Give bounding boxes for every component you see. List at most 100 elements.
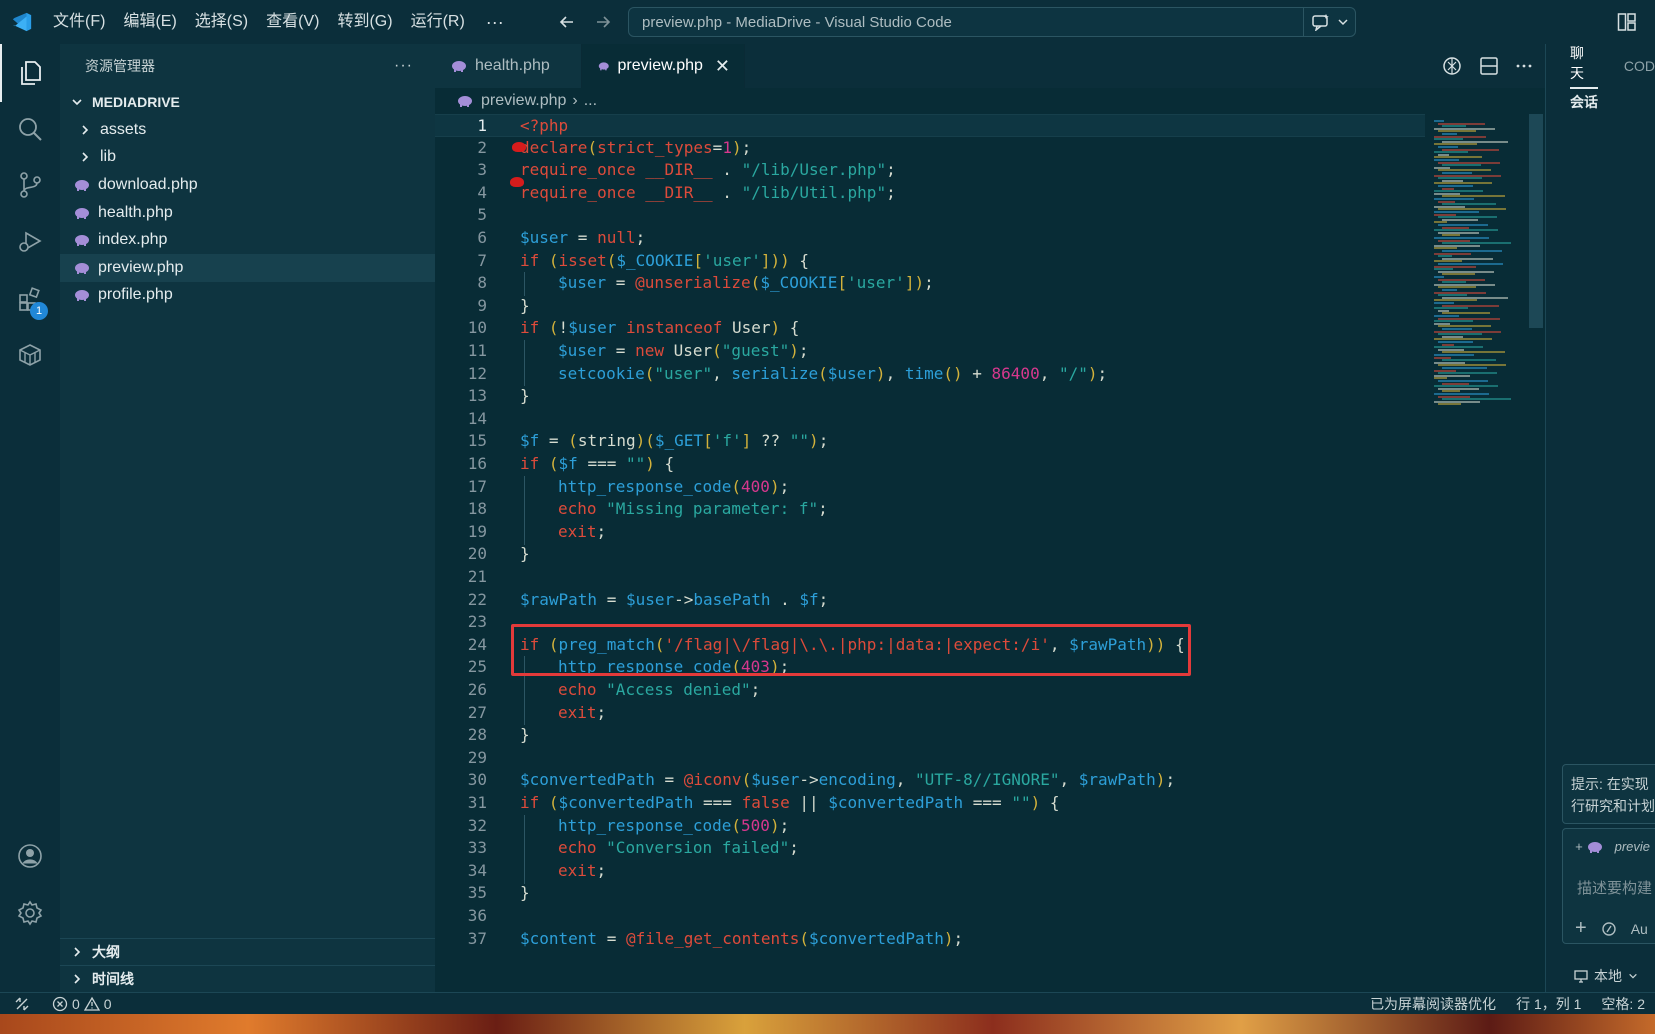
breadcrumb-file[interactable]: preview.php <box>481 92 566 110</box>
remote-explorer-icon[interactable] <box>0 326 60 384</box>
code-line[interactable]: 13} <box>435 385 1425 408</box>
code-line[interactable]: 30 $convertedPath = @iconv($user->encodin… <box>435 769 1425 792</box>
code-line[interactable]: 32 http_response_code(500); <box>435 814 1425 839</box>
more-actions-icon[interactable] <box>1515 57 1533 75</box>
tree-file-index[interactable]: index.php <box>60 226 435 254</box>
code-line[interactable]: 18 echo "Missing parameter: f"; <box>435 498 1425 523</box>
code-line[interactable]: 36 <box>435 905 1425 928</box>
code-line[interactable]: 9} <box>435 295 1425 318</box>
tools-icon[interactable] <box>1601 921 1617 937</box>
forward-arrow-icon[interactable] <box>592 11 614 33</box>
split-editor-icon[interactable] <box>1479 56 1499 76</box>
menu-edit[interactable]: 编辑(E) <box>114 0 185 44</box>
code-token: ] <box>741 431 752 451</box>
copilot-menu-button[interactable] <box>1303 8 1355 36</box>
code-line[interactable]: 22 $rawPath = $user->basePath . $f; <box>435 589 1425 612</box>
back-arrow-icon[interactable] <box>556 11 578 33</box>
scrollbar-thumb[interactable] <box>1529 114 1543 328</box>
add-icon[interactable]: + <box>1575 917 1587 940</box>
code-line[interactable]: 10 if (!$user instanceof User) { <box>435 317 1425 340</box>
code-line[interactable]: 15 $f = (string)($_GET['f'] ?? ""); <box>435 430 1425 453</box>
tab-health[interactable]: health.php <box>435 44 582 88</box>
menu-run[interactable]: 运行(R) <box>402 0 474 44</box>
add-context-icon[interactable]: + <box>1575 839 1583 854</box>
problems-indicator[interactable]: 0 0 <box>52 996 112 1012</box>
code-view[interactable]: 1 <?php 2 declare(strict_types=1); 3 require_… <box>435 114 1425 992</box>
settings-gear-icon[interactable] <box>0 884 60 942</box>
code-line[interactable]: 16 if ($f === "") { <box>435 453 1425 476</box>
explorer-more-button[interactable]: ··· <box>394 57 413 75</box>
tree-file-preview[interactable]: preview.php <box>60 253 435 282</box>
code-line[interactable]: 6 $user = null; <box>435 227 1425 250</box>
remote-icon <box>15 997 29 1010</box>
chat-attachment-chip[interactable]: + previe <box>1575 839 1650 854</box>
tree-file-health[interactable]: health.php <box>60 199 435 227</box>
agent-mode-selector[interactable]: Au <box>1631 921 1648 937</box>
tab-preview[interactable]: preview.php ✕ <box>582 44 745 88</box>
code-line[interactable]: 34 exit; <box>435 859 1425 884</box>
source-control-icon[interactable] <box>0 156 60 214</box>
code-line[interactable]: 7 if (isset($_COOKIE['user'])) { <box>435 250 1425 273</box>
minimap[interactable] <box>1430 114 1545 992</box>
extensions-icon[interactable]: 1 <box>0 270 60 328</box>
code-line[interactable]: 14 <box>435 408 1425 431</box>
code-line[interactable]: 3 require_once __DIR__ . "/lib/User.php"; <box>435 159 1425 182</box>
code-line[interactable]: 20} <box>435 543 1425 566</box>
account-icon[interactable] <box>0 827 60 885</box>
cursor-position[interactable]: 行 1，列 1 <box>1506 994 1591 1014</box>
code-line[interactable]: 12 setcookie("user", serialize($user), ti… <box>435 362 1425 387</box>
workspace-root[interactable]: MEDIADRIVE <box>60 88 435 116</box>
timeline-section[interactable]: 时间线 <box>60 965 435 992</box>
close-icon[interactable]: ✕ <box>715 56 730 77</box>
tree-file-download[interactable]: download.php <box>60 171 435 199</box>
code-line[interactable]: 8 $user = @unserialize($_COOKIE['user']); <box>435 272 1425 297</box>
code-line[interactable]: 5 <box>435 204 1425 227</box>
tab-code[interactable]: COD <box>1624 58 1655 74</box>
chat-location-selector[interactable]: 本地 <box>1574 966 1638 986</box>
tree-file-profile[interactable]: profile.php <box>60 282 435 310</box>
code-line[interactable]: 33 echo "Conversion failed"; <box>435 837 1425 862</box>
indentation-status[interactable]: 空格: 2 <box>1591 994 1655 1014</box>
code-line[interactable]: 26 echo "Access denied"; <box>435 679 1425 703</box>
code-line[interactable]: 1 <?php <box>435 114 1425 137</box>
menu-file[interactable]: 文件(F) <box>44 0 114 44</box>
search-icon[interactable] <box>0 100 60 158</box>
chat-tabs: 聊天 COD <box>1546 44 1655 89</box>
code-line[interactable]: 21 <box>435 566 1425 589</box>
tab-chat[interactable]: 聊天 <box>1570 44 1598 89</box>
menu-go[interactable]: 转到(G) <box>328 0 401 44</box>
chat-input-placeholder[interactable]: 描述要构建 <box>1577 877 1652 898</box>
code-line[interactable]: 29 <box>435 747 1425 770</box>
outline-section[interactable]: 大纲 <box>60 938 435 965</box>
line-number: 17 <box>467 476 487 496</box>
openai-icon[interactable] <box>1441 55 1463 77</box>
code-line[interactable]: 4 require_once __DIR__ . "/lib/Util.php"; <box>435 182 1425 205</box>
screen-reader-status[interactable]: 已为屏幕阅读器优化 <box>1360 994 1506 1014</box>
code-line[interactable]: 27 exit; <box>435 701 1425 726</box>
line-number: 23 <box>467 612 487 632</box>
menu-more-button[interactable]: ··· <box>474 12 516 33</box>
code-line[interactable]: 31 if ($convertedPath === false || $conve… <box>435 792 1425 815</box>
explorer-icon[interactable] <box>0 44 60 102</box>
menu-view[interactable]: 查看(V) <box>257 0 328 44</box>
menu-selection[interactable]: 选择(S) <box>186 0 257 44</box>
run-debug-icon[interactable] <box>0 212 60 270</box>
tree-folder-assets[interactable]: assets <box>60 116 435 144</box>
code-line[interactable]: 19 exit; <box>435 520 1425 545</box>
code-text: http_response_code(400); <box>558 476 789 499</box>
code-line[interactable]: 28} <box>435 724 1425 747</box>
code-line[interactable]: 35} <box>435 882 1425 905</box>
breadcrumb-symbols[interactable]: ... <box>584 92 597 110</box>
tree-folder-lib[interactable]: lib <box>60 144 435 172</box>
chat-input-box[interactable]: + previe 描述要构建 + Au <box>1562 828 1655 944</box>
code-line[interactable]: 37 $content = @file_get_contents($convert… <box>435 928 1425 951</box>
customize-layout-icon[interactable] <box>1617 12 1637 37</box>
code-line[interactable]: 11 $user = new User("guest"); <box>435 340 1425 364</box>
remote-indicator[interactable] <box>0 993 44 1015</box>
code-line[interactable]: 2 declare(strict_types=1); <box>435 137 1425 160</box>
code-line[interactable]: 17 http_response_code(400); <box>435 475 1425 500</box>
command-center[interactable]: preview.php - MediaDrive - Visual Studio… <box>628 7 1356 37</box>
code-token: "UTF-8//IGNORE" <box>914 770 1060 790</box>
